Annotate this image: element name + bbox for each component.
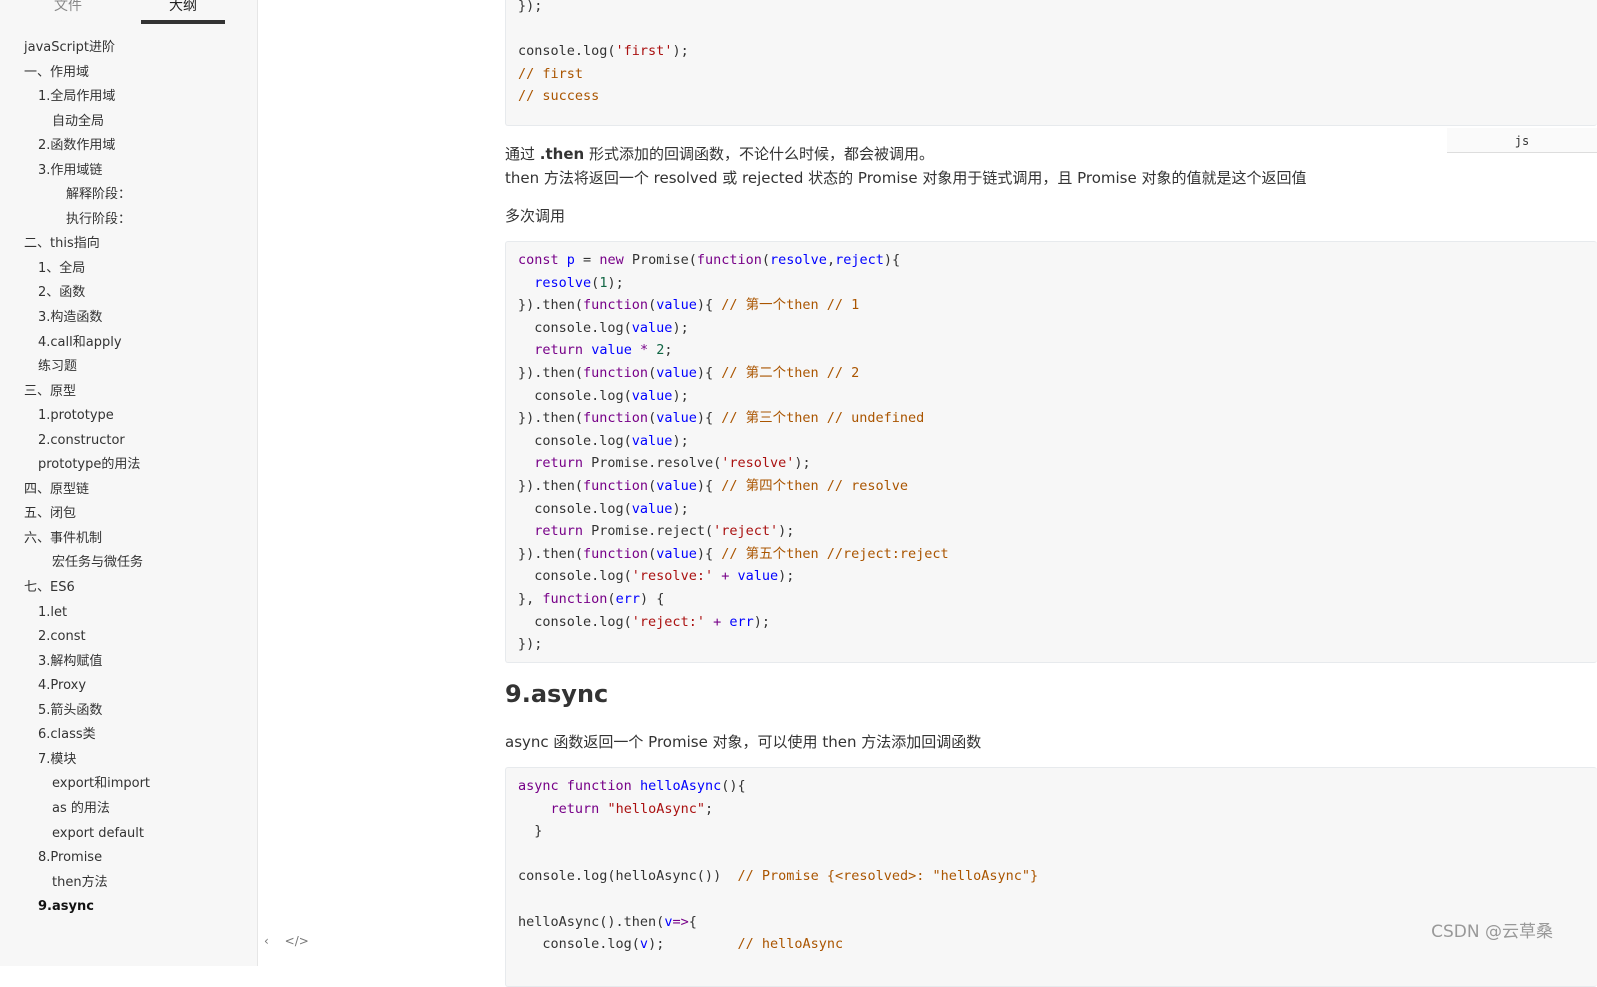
outline-item[interactable]: 8.Promise bbox=[0, 846, 257, 871]
sidebar-bottom-bar: ‹ </> bbox=[264, 934, 321, 948]
outline-item[interactable]: 四、原型链 bbox=[0, 478, 257, 503]
code-comment: // success bbox=[518, 88, 600, 105]
outline-item[interactable]: 2.const bbox=[0, 625, 257, 650]
outline-item[interactable]: 3.作用域链 bbox=[0, 159, 257, 184]
outline-item[interactable]: 自动全局 bbox=[0, 110, 257, 135]
outline-item[interactable]: 二、this指向 bbox=[0, 232, 257, 257]
paragraph: then 方法将返回一个 resolved 或 rejected 状态的 Pro… bbox=[505, 169, 1307, 187]
code-line: }); bbox=[518, 0, 1597, 18]
tab-files[interactable]: 文件 bbox=[26, 0, 110, 22]
outline-item[interactable]: 七、ES6 bbox=[0, 576, 257, 601]
code-block[interactable]: const p = new Promise(function(resolve,r… bbox=[505, 241, 1597, 663]
outline-item[interactable]: 2、函数 bbox=[0, 281, 257, 306]
outline-item[interactable]: export default bbox=[0, 822, 257, 847]
outline-item[interactable]: then方法 bbox=[0, 871, 257, 896]
heading-async: 9.async bbox=[505, 680, 609, 708]
outline-item[interactable]: prototype的用法 bbox=[0, 453, 257, 478]
outline-item[interactable]: 1.let bbox=[0, 601, 257, 626]
outline-item[interactable]: 六、事件机制 bbox=[0, 527, 257, 552]
code-block[interactable]: }); console.log('first'); // first // su… bbox=[505, 0, 1597, 126]
outline-item[interactable]: 3.构造函数 bbox=[0, 306, 257, 331]
code-text: ); bbox=[672, 43, 689, 60]
outline-item[interactable]: 6.class类 bbox=[0, 723, 257, 748]
code-language-label[interactable]: js bbox=[1447, 128, 1597, 153]
outline-item[interactable]: 4.call和apply bbox=[0, 331, 257, 356]
outline-item[interactable]: 1、全局 bbox=[0, 257, 257, 282]
paragraph-text: 通过 bbox=[505, 145, 540, 163]
outline-item[interactable]: 宏任务与微任务 bbox=[0, 551, 257, 576]
sidebar-tabs: 文件 大纲 bbox=[0, 0, 257, 24]
document-content: }); console.log('first'); // first // su… bbox=[505, 0, 1597, 987]
outline-item[interactable]: 一、作用域 bbox=[0, 61, 257, 86]
outline-item[interactable]: 3.解构赋值 bbox=[0, 650, 257, 675]
outline-item[interactable]: 4.Proxy bbox=[0, 674, 257, 699]
outline-item[interactable]: 五、闭包 bbox=[0, 502, 257, 527]
outline-sidebar: 文件 大纲 javaScript进阶 一、作用域 1.全局作用域 自动全局 2.函数作用… bbox=[0, 0, 258, 966]
outline-item[interactable]: 1.prototype bbox=[0, 404, 257, 429]
code-string: 'first' bbox=[615, 43, 673, 60]
code-comment: // first bbox=[518, 65, 584, 82]
outline-item[interactable]: as 的用法 bbox=[0, 797, 257, 822]
code-text: console.log( bbox=[518, 43, 616, 60]
outline-item[interactable]: 执行阶段： bbox=[0, 208, 257, 233]
paragraph: 多次调用 bbox=[505, 207, 566, 225]
collapse-sidebar-icon[interactable]: ‹ bbox=[264, 934, 269, 948]
outline-item[interactable]: 三、原型 bbox=[0, 380, 257, 405]
paragraph: 通过 .then 形式添加的回调函数，不论什么时候，都会被调用。 bbox=[505, 143, 934, 164]
outline-item[interactable]: 7.模块 bbox=[0, 748, 257, 773]
outline-item[interactable]: 2.函数作用域 bbox=[0, 134, 257, 159]
outline-item[interactable]: 1.全局作用域 bbox=[0, 85, 257, 110]
outline-item[interactable]: 5.箭头函数 bbox=[0, 699, 257, 724]
outline-item[interactable]: 9.async bbox=[0, 895, 257, 920]
outline-list: javaScript进阶 一、作用域 1.全局作用域 自动全局 2.函数作用域 3.作用域… bbox=[0, 36, 257, 920]
code-text: }); bbox=[518, 0, 543, 14]
outline-item[interactable]: javaScript进阶 bbox=[0, 36, 257, 61]
code-block[interactable]: async function helloAsync(){ return "hel… bbox=[505, 767, 1597, 987]
source-code-mode-icon[interactable]: </> bbox=[285, 934, 309, 948]
outline-item[interactable]: 2.constructor bbox=[0, 429, 257, 454]
inline-code: .then bbox=[539, 145, 585, 163]
outline-item[interactable]: 练习题 bbox=[0, 355, 257, 380]
outline-item[interactable]: 解释阶段： bbox=[0, 183, 257, 208]
tab-outline[interactable]: 大纲 bbox=[141, 0, 225, 24]
csdn-watermark: CSDN @云草桑 bbox=[1431, 922, 1553, 942]
code-line: console.log('first'); bbox=[518, 40, 1597, 63]
outline-item[interactable]: export和import bbox=[0, 772, 257, 797]
paragraph-text: 形式添加的回调函数，不论什么时候，都会被调用。 bbox=[584, 145, 934, 163]
paragraph: async 函数返回一个 Promise 对象，可以使用 then 方法添加回调… bbox=[505, 733, 982, 751]
